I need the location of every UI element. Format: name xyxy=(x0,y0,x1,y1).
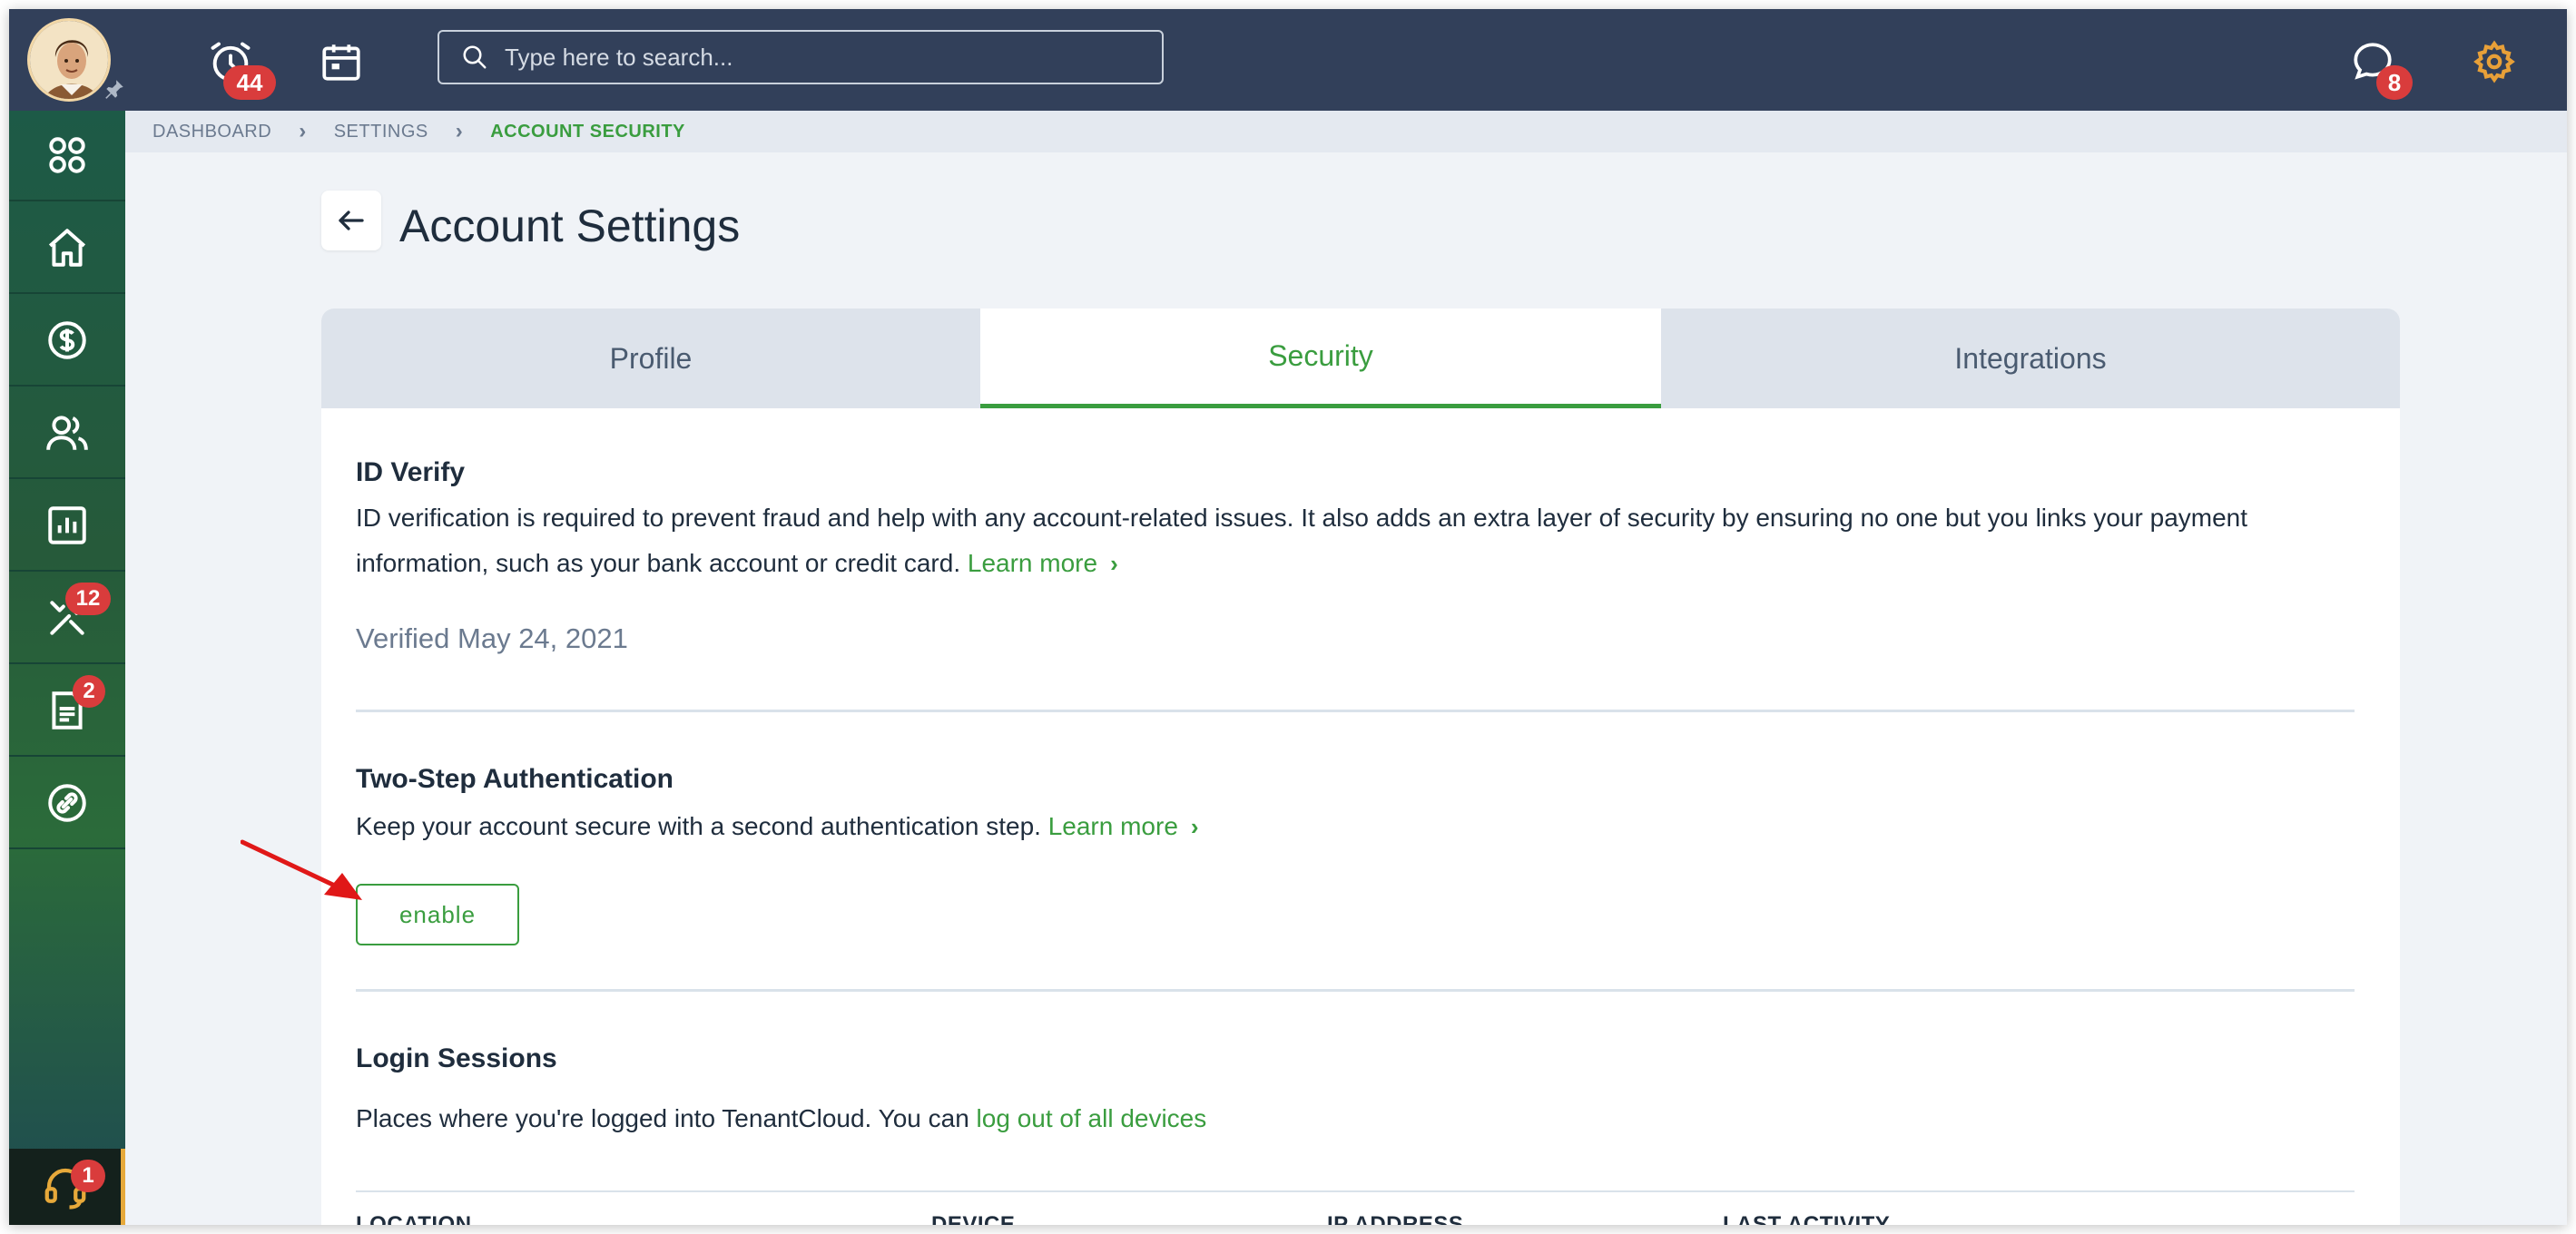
column-header-ip-address: IP ADDRESS xyxy=(1327,1212,1464,1225)
breadcrumb-dashboard[interactable]: DASHBOARD xyxy=(152,122,271,142)
breadcrumb-settings[interactable]: SETTINGS xyxy=(334,122,428,142)
bar-chart-icon xyxy=(48,506,86,544)
page-title: Account Settings xyxy=(399,201,741,251)
maintenance-count-badge: 12 xyxy=(65,583,111,615)
column-header-last-activity: LAST ACTIVITY xyxy=(1723,1212,1891,1225)
chat-bubble-icon[interactable]: 8 xyxy=(2344,33,2413,100)
alarm-clock-icon[interactable]: 44 xyxy=(202,33,276,100)
avatar-image xyxy=(30,21,108,99)
home-icon xyxy=(48,229,86,267)
avatar[interactable] xyxy=(27,18,111,102)
breadcrumb-account-security: ACCOUNT SECURITY xyxy=(490,121,685,142)
two-step-text: Keep your account secure with a second a… xyxy=(356,812,1041,840)
chevron-right-icon: › xyxy=(1110,550,1118,577)
top-bar: 44 8 xyxy=(9,9,2567,111)
column-header-location: LOCATION xyxy=(356,1212,472,1225)
chevron-right-icon: › xyxy=(455,119,464,143)
back-button[interactable] xyxy=(321,191,381,250)
search-icon xyxy=(463,45,487,69)
link-icon xyxy=(48,784,86,822)
sidebar-item-apps[interactable] xyxy=(9,111,125,201)
two-step-learn-more-link[interactable]: Learn more xyxy=(1048,812,1178,840)
id-verify-text: ID verification is required to prevent f… xyxy=(356,504,2248,577)
log-out-all-devices-link[interactable]: log out of all devices xyxy=(977,1104,1207,1132)
enable-two-step-button[interactable]: enable xyxy=(356,884,519,945)
sidebar-item-support[interactable]: 1 xyxy=(9,1149,125,1225)
divider xyxy=(356,989,2355,992)
sidebar-item-maintenance[interactable]: 12 xyxy=(9,573,125,664)
messages-count-badge: 8 xyxy=(2376,65,2413,100)
sidebar-item-reports[interactable] xyxy=(9,481,125,572)
sidebar-item-finance[interactable] xyxy=(9,296,125,387)
divider xyxy=(356,710,2355,712)
id-verify-title: ID Verify xyxy=(356,457,466,487)
search-input[interactable] xyxy=(505,43,1122,72)
sidebar: 12 2 1 xyxy=(9,111,125,1225)
gear-icon[interactable] xyxy=(2465,33,2523,91)
tab-integrations[interactable]: Integrations xyxy=(1661,308,2400,408)
tab-security[interactable]: Security xyxy=(980,308,1661,408)
two-step-description: Keep your account secure with a second a… xyxy=(356,804,1199,849)
users-icon xyxy=(46,416,88,450)
dollar-circle-icon xyxy=(48,321,86,359)
tab-profile[interactable]: Profile xyxy=(321,308,980,408)
breadcrumb: DASHBOARD › SETTINGS › ACCOUNT SECURITY xyxy=(125,111,2567,152)
id-verify-learn-more-link[interactable]: Learn more xyxy=(968,549,1097,577)
support-count-badge: 1 xyxy=(71,1160,105,1192)
column-header-device: DEVICE xyxy=(931,1212,1016,1225)
alerts-count-badge: 44 xyxy=(223,65,276,100)
apps-grid-icon xyxy=(49,137,85,173)
app-window: 44 8 xyxy=(9,9,2567,1225)
table-top-divider xyxy=(356,1190,2355,1192)
arrow-left-icon xyxy=(339,211,364,230)
documents-count-badge: 2 xyxy=(73,675,105,708)
verified-status: Verified May 24, 2021 xyxy=(356,622,628,654)
login-sessions-text: Places where you're logged into TenantCl… xyxy=(356,1104,969,1132)
sidebar-item-links[interactable] xyxy=(9,759,125,849)
calendar-icon[interactable] xyxy=(312,33,370,91)
tab-bar: Profile Security Integrations xyxy=(321,308,2400,408)
pointer-arrow-icon xyxy=(241,839,362,900)
login-sessions-description: Places where you're logged into TenantCl… xyxy=(356,1096,1206,1141)
sidebar-item-home[interactable] xyxy=(9,203,125,294)
two-step-title: Two-Step Authentication xyxy=(356,764,673,794)
login-sessions-title: Login Sessions xyxy=(356,1043,557,1073)
pin-icon[interactable] xyxy=(103,77,126,101)
settings-card: Profile Security Integrations ID Verify … xyxy=(321,308,2400,1225)
chevron-right-icon: › xyxy=(1190,813,1199,840)
id-verify-description: ID verification is required to prevent f… xyxy=(356,495,2355,586)
chevron-right-icon: › xyxy=(299,119,307,143)
search-box[interactable] xyxy=(438,30,1164,84)
sidebar-item-users[interactable] xyxy=(9,388,125,479)
sidebar-item-documents[interactable]: 2 xyxy=(9,666,125,757)
